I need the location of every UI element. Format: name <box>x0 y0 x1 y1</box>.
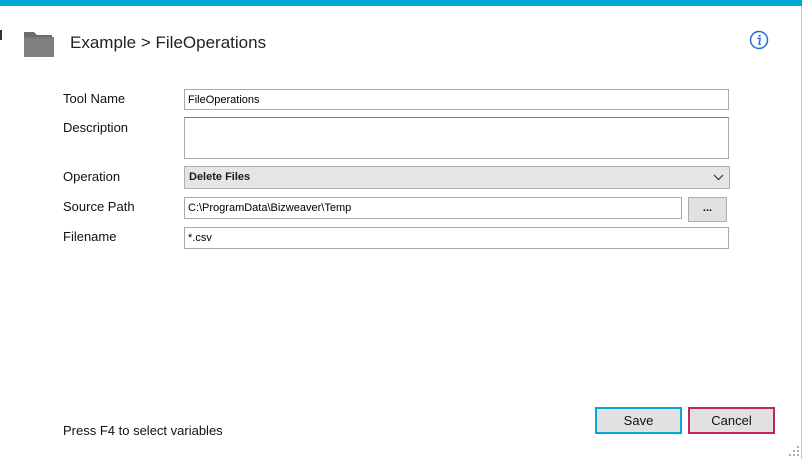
window-edge-marker <box>0 30 2 40</box>
save-button[interactable]: Save <box>595 407 682 434</box>
browse-button[interactable]: ... <box>688 197 727 222</box>
f4-hint-text: Press F4 to select variables <box>63 423 223 438</box>
resize-grip-icon[interactable] <box>788 445 800 457</box>
window-accent-bar <box>0 0 802 6</box>
breadcrumb: Example > FileOperations <box>70 33 267 52</box>
cancel-button[interactable]: Cancel <box>688 407 775 434</box>
chevron-down-icon <box>713 174 724 181</box>
tool-name-label: Tool Name <box>63 91 126 106</box>
source-path-input[interactable] <box>184 197 682 219</box>
folder-icon <box>24 32 54 57</box>
filename-input[interactable] <box>184 227 729 249</box>
info-icon[interactable] <box>749 30 769 50</box>
operation-select[interactable]: Delete Files <box>184 166 730 189</box>
tool-name-input[interactable] <box>184 89 729 110</box>
operation-label: Operation <box>63 169 121 184</box>
filename-label: Filename <box>63 229 117 244</box>
operation-selected-value: Delete Files <box>189 171 251 183</box>
source-path-label: Source Path <box>63 199 135 214</box>
description-label: Description <box>63 120 129 135</box>
description-textarea[interactable] <box>184 117 729 159</box>
